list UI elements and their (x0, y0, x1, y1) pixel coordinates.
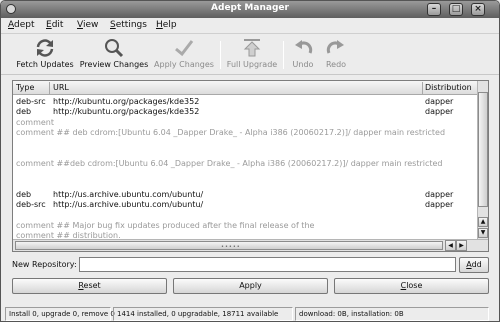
horizontal-scroll-thumb[interactable]: ••••• (15, 241, 443, 250)
undo-icon (295, 40, 313, 54)
menu-bar: Adept Edit View Settings Help (1, 18, 499, 34)
status-counts: 1414 installed, 0 upgradable, 18711 avai… (113, 307, 293, 321)
status-download: download: 0B, installation: 0B (295, 307, 489, 321)
menu-edit[interactable]: Edit (46, 20, 63, 30)
menu-view[interactable]: View (77, 20, 98, 30)
preview-changes-button[interactable]: Preview Changes (79, 37, 149, 73)
window-title: Adept Manager (211, 3, 289, 13)
title-bar[interactable]: Adept Manager – □ × (1, 1, 499, 18)
apply-button[interactable]: Apply (173, 278, 328, 294)
fetch-updates-button[interactable]: Fetch Updates (11, 37, 79, 73)
apply-changes-button[interactable]: Apply Changes (153, 37, 215, 73)
new-repository-input[interactable] (79, 257, 456, 272)
column-header-type[interactable]: Type (16, 83, 34, 92)
toolbar-separator (220, 41, 221, 69)
refresh-icon (36, 39, 54, 57)
column-header-url[interactable]: URL (53, 83, 69, 92)
list-rows: deb-src http://kubuntu.org/packages/kde35… (13, 96, 478, 240)
reset-button[interactable]: Reset (12, 278, 167, 294)
new-repository-row: New Repository: Add (12, 257, 489, 273)
column-header-distribution[interactable]: Distribution (425, 83, 472, 92)
grip-icon: ••••• (221, 244, 241, 250)
upgrade-arrow-icon (243, 39, 261, 57)
undo-button[interactable]: Undo (288, 37, 318, 73)
column-divider (422, 82, 423, 94)
add-button[interactable]: Add (459, 257, 489, 273)
adept-manager-window: Adept Manager – □ × Adept Edit View Sett… (0, 0, 500, 322)
checkmark-icon (175, 40, 194, 57)
column-divider (49, 82, 50, 94)
menu-settings[interactable]: Settings (110, 20, 147, 30)
magnifier-icon (105, 39, 124, 58)
scroll-up-icon[interactable]: ▲ (478, 217, 488, 227)
close-icon[interactable]: × (471, 3, 485, 16)
menu-help[interactable]: Help (156, 20, 177, 30)
horizontal-scrollbar[interactable]: ••••• ◀ ▶ (13, 239, 488, 251)
menu-adept[interactable]: Adept (8, 20, 35, 30)
new-repository-label: New Repository: (12, 260, 77, 269)
redo-icon (326, 40, 344, 54)
scroll-right-icon[interactable]: ▶ (456, 240, 467, 251)
close-button[interactable]: Close (334, 278, 489, 294)
status-summary: Install 0, upgrade 0, remove 0 (5, 307, 115, 321)
scroll-down-icon[interactable]: ▼ (478, 228, 488, 238)
toolbar: Fetch Updates Preview Changes Apply Chan… (1, 35, 499, 75)
toolbar-separator (283, 41, 284, 69)
scroll-left-icon[interactable]: ◀ (445, 240, 456, 251)
action-buttons: Reset Apply Close (12, 278, 489, 294)
sources-list[interactable]: Type URL Distribution deb-src http://kubu… (12, 80, 489, 252)
full-upgrade-button[interactable]: Full Upgrade (225, 37, 279, 73)
minimize-icon[interactable]: – (427, 3, 441, 16)
status-bar: Install 0, upgrade 0, remove 0 1414 inst… (1, 306, 499, 321)
maximize-icon[interactable]: □ (449, 3, 463, 16)
list-header: Type URL Distribution (13, 81, 488, 95)
redo-button[interactable]: Redo (321, 37, 351, 73)
vertical-scroll-thumb[interactable] (478, 92, 488, 207)
vertical-scrollbar[interactable]: ▲ ▼ (477, 81, 488, 240)
